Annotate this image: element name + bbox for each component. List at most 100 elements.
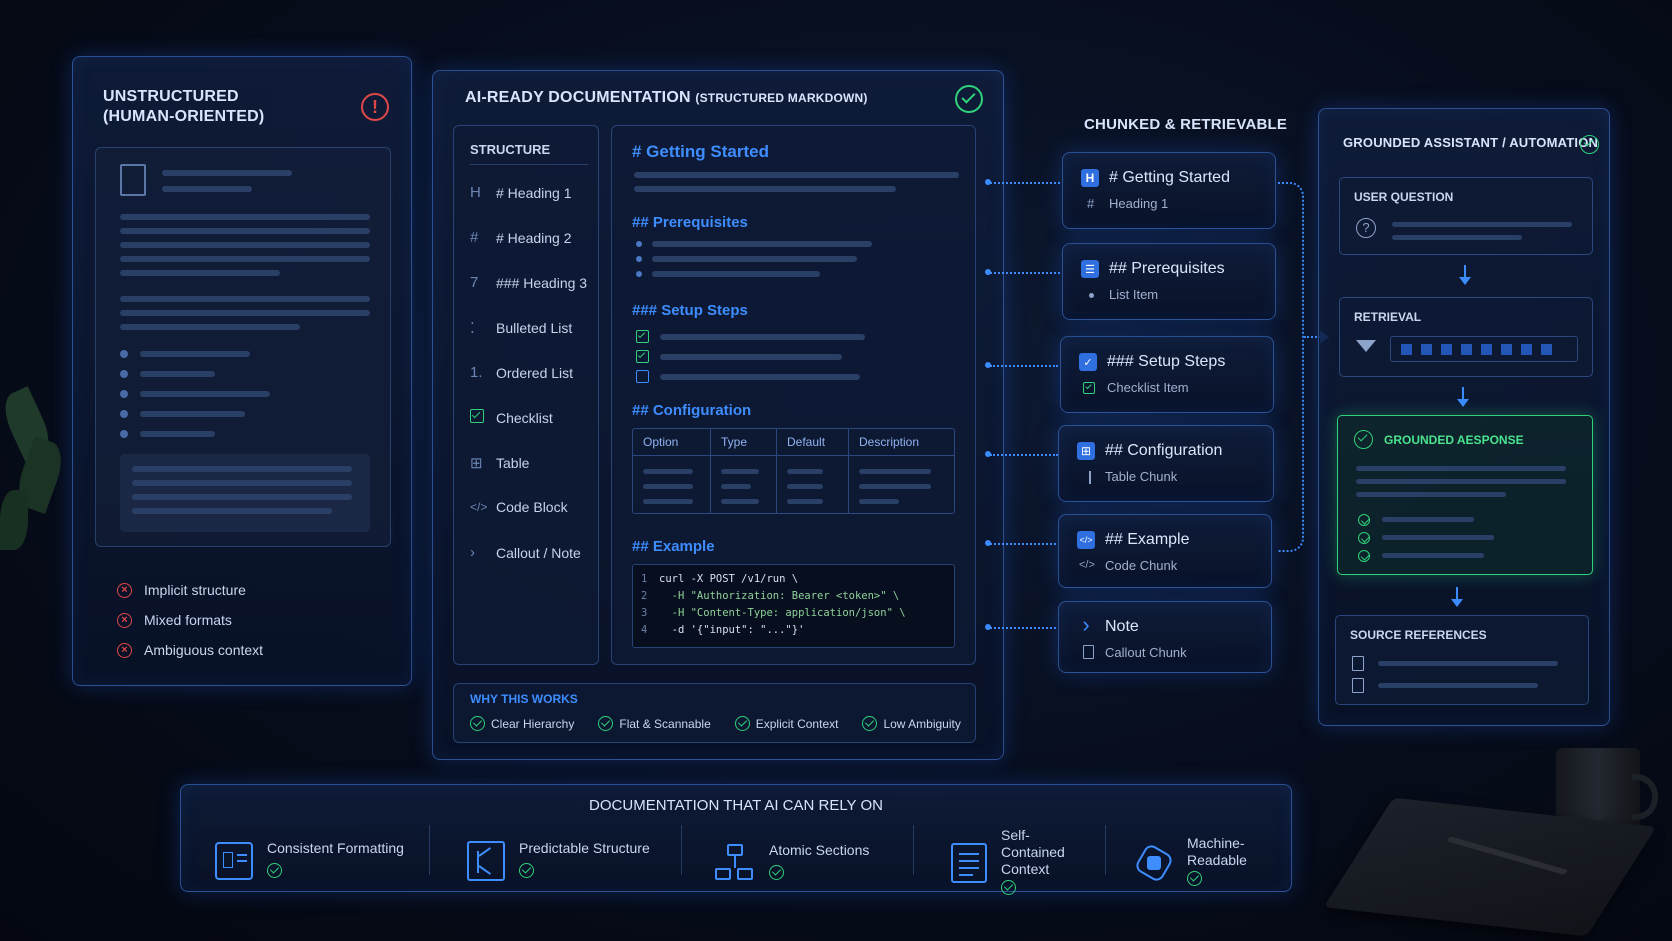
structure-label: Table	[496, 455, 530, 471]
check-icon	[862, 716, 878, 731]
structure-item-table[interactable]: ⊞ Table	[470, 454, 529, 472]
doc-heading-getting-started: # Getting Started	[632, 142, 769, 161]
table-icon: ⊞	[470, 455, 483, 472]
issue-item: × Ambiguous context	[117, 635, 263, 665]
context-icon	[951, 843, 987, 883]
grounded-response-box: GROUNDED AESPONSE	[1337, 415, 1593, 575]
code-icon: </>	[470, 500, 488, 514]
structure-label: ### Heading 3	[496, 274, 588, 291]
code-line-number: 3	[641, 607, 648, 619]
code-line-number: 4	[641, 624, 648, 636]
merge-connector	[1278, 182, 1304, 552]
structure-item-callout[interactable]: › Callout / Note	[470, 544, 581, 561]
chunk-example[interactable]: </> ## Example </> Code Chunk	[1058, 514, 1272, 588]
feature-predictable-structure: Predictable Structure	[467, 811, 650, 911]
hash-icon: #	[470, 229, 479, 246]
sections-icon	[715, 844, 755, 882]
check-icon	[1001, 879, 1016, 895]
check-icon	[1358, 514, 1370, 526]
why-item-label: Low Ambiguity	[883, 716, 961, 731]
retrieval-progress	[1390, 336, 1578, 362]
hash-icon: #	[1087, 196, 1095, 211]
source-references-box: SOURCE REFERENCES	[1335, 615, 1589, 705]
checkbox-checked[interactable]	[636, 330, 649, 343]
ai-ready-title: AI-READY DOCUMENTATION (STRUCTURED MARKD…	[465, 89, 868, 107]
ai-ready-title-main: AI-READY DOCUMENTATION	[465, 89, 691, 106]
feature-atomic-sections: Atomic Sections	[715, 813, 869, 913]
table-header-option: Option	[633, 429, 710, 456]
check-icon	[1358, 550, 1370, 562]
plant-decoration	[0, 380, 70, 580]
structure-item-checklist[interactable]: Checklist	[470, 409, 553, 427]
assistant-panel: GROUNDED ASSISTANT / AUTOMATION USER QUE…	[1318, 108, 1610, 726]
chunk-note[interactable]: › Note Callout Chunk	[1058, 601, 1272, 673]
code-line: 2 -H "Authorization: Bearer <token>" \	[641, 588, 946, 605]
unstructured-document	[95, 147, 391, 547]
heading3-icon: 7	[470, 274, 479, 291]
issue-item: × Mixed formats	[117, 605, 263, 635]
check-icon	[769, 864, 784, 880]
why-header: WHY THIS WORKS	[470, 692, 578, 706]
why-item: Low Ambiguity	[862, 716, 961, 731]
bullet-icon	[1089, 293, 1094, 298]
structure-label: Ordered List	[496, 364, 574, 381]
issue-label: Implicit structure	[144, 582, 246, 598]
code-line-text: -H "Content-Type: application/json" \	[659, 607, 906, 619]
structure-item-ordered[interactable]: 1. Ordered List	[470, 364, 573, 381]
error-icon: ×	[117, 642, 132, 658]
structure-item-bulleted[interactable]: ⁚ Bulleted List	[470, 319, 572, 337]
check-icon	[470, 716, 485, 731]
retrieval-label: RETRIEVAL	[1354, 310, 1422, 324]
checklist-icon	[470, 409, 496, 427]
code-line-number: 1	[641, 573, 648, 585]
chevron-right-icon: ›	[470, 544, 475, 561]
structure-item-heading2[interactable]: # # Heading 2	[470, 229, 572, 246]
why-item-label: Flat & Scannable	[619, 716, 711, 731]
filter-icon	[1356, 340, 1376, 352]
chunk-title: ### Setup Steps	[1107, 353, 1226, 370]
heading-icon: H	[470, 184, 481, 201]
checklist-icon: ✓	[1079, 353, 1097, 371]
code-line-text: -d '{"input": "..."}'	[659, 624, 805, 636]
code-line: 1 curl -X POST /v1/run \	[641, 571, 946, 588]
structure-label: # Heading 1	[496, 184, 572, 201]
table-header-type: Type	[711, 429, 776, 456]
structure-item-heading3[interactable]: 7 ### Heading 3	[470, 274, 587, 291]
chunk-title: # Getting Started	[1109, 169, 1230, 186]
checkbox-checked[interactable]	[636, 350, 649, 363]
chunk-title: ## Configuration	[1105, 442, 1223, 459]
doc-heading-setup-steps: ### Setup Steps	[632, 302, 748, 319]
why-item: Flat & Scannable	[598, 716, 711, 731]
doc-heading-example: ## Example	[632, 538, 715, 555]
why-item: Clear Hierarchy	[470, 716, 574, 731]
success-icon	[1354, 430, 1373, 449]
check-icon	[267, 862, 282, 878]
chunk-prerequisites[interactable]: ☰ ## Prerequisites List Item	[1062, 243, 1276, 320]
error-icon: ×	[117, 612, 132, 628]
check-icon	[1083, 382, 1095, 394]
chunk-title: ## Example	[1105, 531, 1190, 548]
formatting-icon	[215, 842, 253, 880]
chunk-getting-started[interactable]: H # Getting Started # Heading 1	[1062, 152, 1276, 229]
error-icon: ×	[117, 582, 132, 598]
chunk-setup-steps[interactable]: ✓ ### Setup Steps Checklist Item	[1060, 336, 1274, 413]
bullet-list-icon: ⁚	[470, 320, 475, 337]
footer-banner: DOCUMENTATION THAT AI CAN RELY ON Consis…	[180, 784, 1292, 895]
structure-sidebar: STRUCTURE H # Heading 1 # # Heading 2 7 ###…	[453, 125, 599, 665]
warning-icon: !	[361, 93, 389, 121]
issue-item: × Implicit structure	[117, 575, 263, 605]
table-header-default: Default	[777, 429, 848, 456]
chunk-configuration[interactable]: ⊞ ## Configuration Table Chunk	[1058, 425, 1274, 502]
assistant-header: GROUNDED ASSISTANT / AUTOMATION	[1343, 135, 1599, 150]
document-icon	[120, 164, 146, 196]
why-this-works: WHY THIS WORKS Clear Hierarchy Flat & Sc…	[453, 683, 976, 743]
doc-heading-configuration: ## Configuration	[632, 402, 752, 419]
why-item-label: Explicit Context	[755, 716, 839, 731]
question-icon: ?	[1356, 218, 1376, 238]
checkbox-unchecked[interactable]	[636, 370, 649, 383]
structure-item-heading1[interactable]: H # Heading 1	[470, 184, 572, 201]
check-icon	[734, 716, 750, 731]
code-icon: </>	[1077, 531, 1095, 549]
structure-item-code[interactable]: </> Code Block	[470, 499, 568, 515]
chunk-subtitle: Checklist Item	[1107, 380, 1189, 395]
